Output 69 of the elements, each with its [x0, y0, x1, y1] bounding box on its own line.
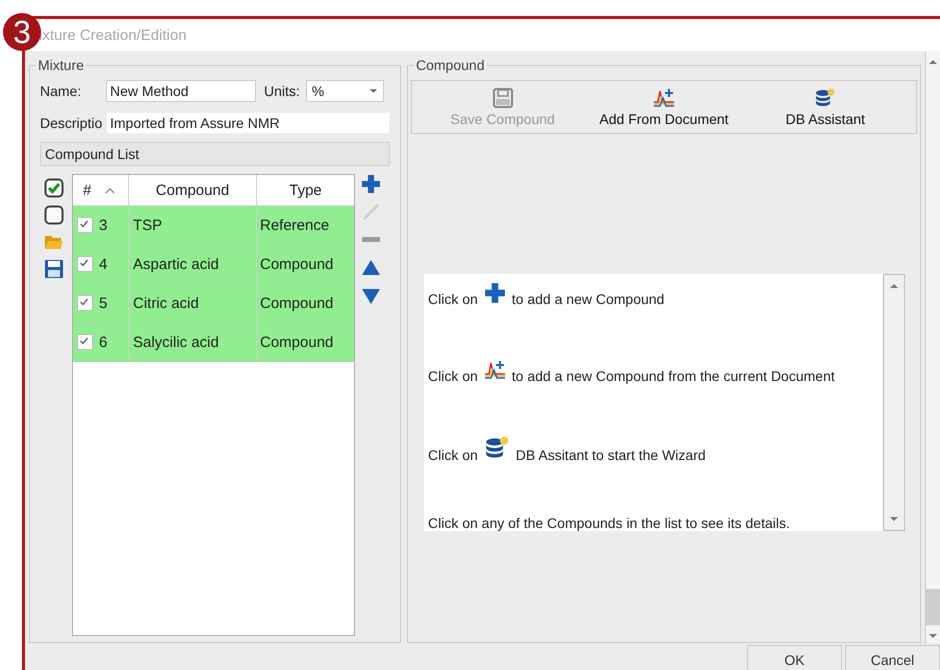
database-icon	[484, 436, 510, 460]
move-down-icon[interactable]	[361, 286, 381, 306]
row-number: 3	[99, 216, 108, 234]
row-checkbox[interactable]	[77, 256, 93, 272]
database-icon	[814, 88, 836, 108]
description-label: Descriptio	[40, 115, 100, 131]
add-icon	[484, 282, 506, 304]
compound-row[interactable]: 5 Citric acid Compound	[73, 284, 354, 323]
compound-type: Compound	[259, 332, 334, 352]
scroll-down-icon[interactable]	[928, 633, 938, 639]
row-checkbox[interactable]	[77, 295, 93, 311]
add-icon[interactable]	[361, 174, 381, 194]
compound-name: Salycilic acid	[129, 323, 257, 361]
help-text: DB Assitant to start the Wizard	[516, 447, 706, 463]
spectrum-add-icon	[652, 88, 675, 108]
compound-name: Aspartic acid	[129, 245, 257, 283]
compound-list-header: Compound List	[40, 142, 390, 166]
scroll-up-icon[interactable]	[889, 283, 899, 289]
scrollbar[interactable]	[883, 274, 905, 531]
column-header[interactable]: Compound	[129, 175, 257, 205]
compound-row[interactable]: 3 TSP Reference	[73, 206, 354, 245]
scroll-down-icon[interactable]	[889, 516, 899, 522]
row-number: 5	[99, 294, 108, 312]
help-text: Click on any of the Compounds in the list to see its details.	[428, 515, 790, 531]
compound-name: Citric acid	[129, 284, 257, 322]
row-number: 6	[99, 334, 108, 350]
column-header[interactable]: #	[73, 175, 129, 205]
compound-row[interactable]: 6 Salycilic acid Compound	[73, 323, 354, 362]
compound-type: Compound	[259, 294, 334, 314]
check-all-icon[interactable]	[44, 178, 64, 198]
help-text: to add a new Compound from the current Document	[512, 368, 835, 384]
group-label: Compound	[414, 57, 486, 73]
checkmark-icon	[78, 257, 90, 269]
units-label: Units:	[264, 83, 300, 99]
group-label: Mixture	[36, 57, 86, 73]
spectrum-add-icon	[484, 359, 506, 381]
step-number-badge: 3	[3, 13, 41, 51]
row-number: 4	[99, 256, 108, 272]
column-header[interactable]: Type	[257, 175, 354, 205]
scroll-up-icon[interactable]	[928, 59, 938, 65]
help-text: Click on	[428, 368, 478, 384]
toolbar-button[interactable]: DB Assistant	[744, 86, 906, 128]
description-field[interactable]: Imported from Assure NMR	[106, 112, 390, 134]
move-up-icon[interactable]	[361, 258, 381, 278]
row-checkbox[interactable]	[77, 334, 93, 350]
name-field[interactable]: New Method	[106, 80, 256, 102]
units-dropdown[interactable]: %	[306, 80, 384, 102]
scrollbar[interactable]	[925, 51, 940, 643]
toolbar-button[interactable]: Add From Document	[583, 86, 745, 128]
compound-name: TSP	[129, 206, 257, 244]
save-icon[interactable]	[44, 259, 64, 279]
uncheck-all-icon[interactable]	[44, 205, 64, 225]
window-title: ixture Creation/Edition	[39, 26, 187, 44]
name-label: Name:	[40, 83, 82, 99]
scroll-thumb[interactable]	[926, 589, 940, 625]
compound-row[interactable]: 4 Aspartic acid Compound	[73, 245, 354, 284]
dialog-button[interactable]: Cancel	[845, 645, 940, 670]
help-text: Click on	[428, 447, 478, 463]
dialog-button[interactable]: OK	[747, 645, 842, 670]
compound-type: Reference	[259, 216, 330, 236]
help-text: Click on	[428, 291, 478, 307]
checkmark-icon	[78, 335, 90, 347]
help-text: to add a new Compound	[512, 291, 664, 307]
row-checkbox[interactable]	[77, 217, 93, 233]
checkmark-icon	[78, 296, 90, 308]
sort-caret-icon	[105, 186, 116, 194]
checkmark-icon	[78, 218, 90, 230]
dropdown-arrow-icon[interactable]	[368, 88, 378, 94]
compound-type: Compound	[259, 254, 334, 274]
